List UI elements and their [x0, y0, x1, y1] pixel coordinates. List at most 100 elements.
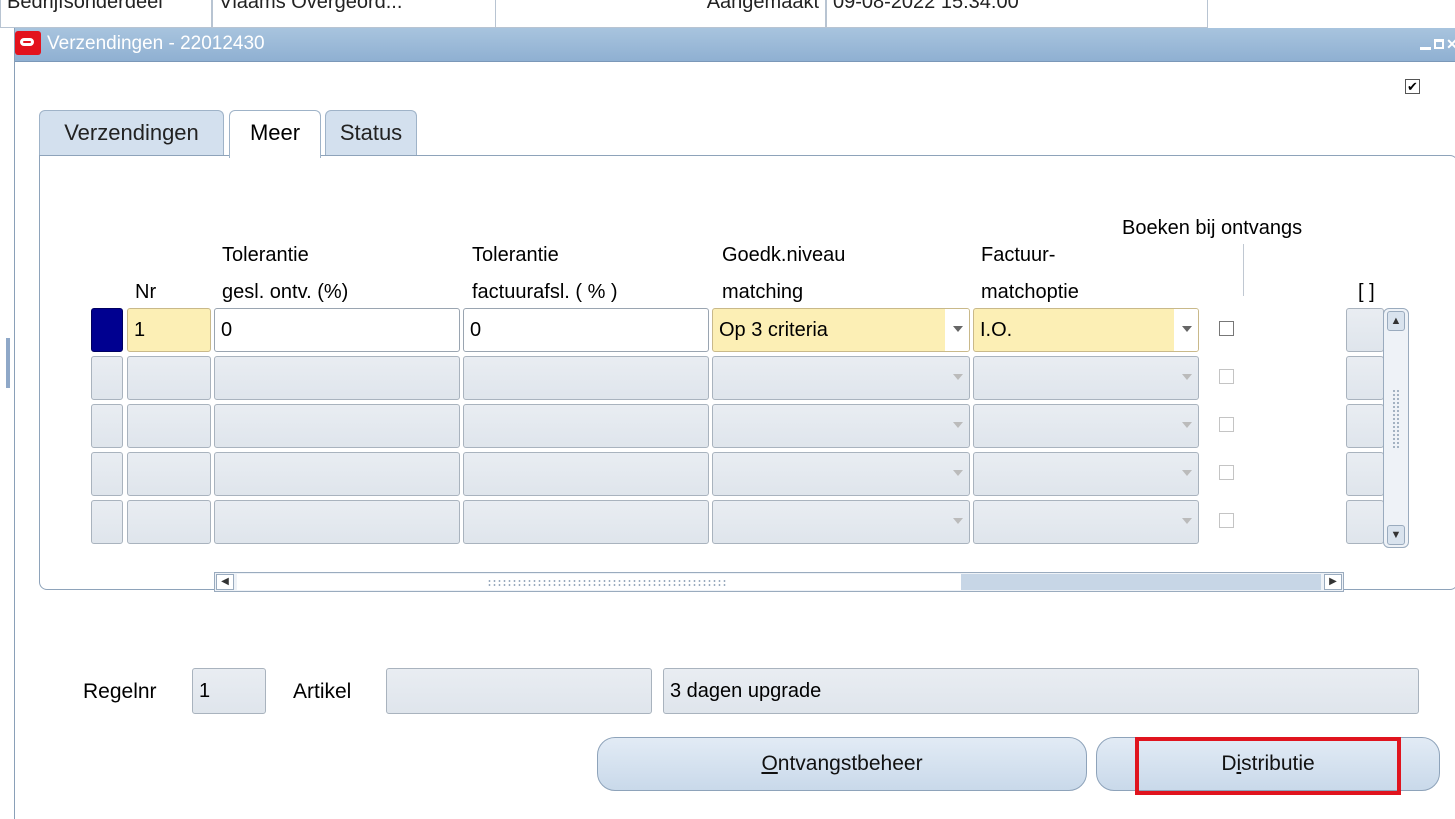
- header-tolerantie-fact-line2: factuurafsl. ( % ): [472, 281, 618, 303]
- factuur-matchoptie-select[interactable]: [973, 452, 1199, 496]
- background-field: 09-08-2022 15:34:00: [826, 0, 1208, 28]
- chevron-down-icon: [1182, 374, 1192, 380]
- tab-meer[interactable]: Meer: [229, 110, 321, 158]
- button-mnemonic: O: [761, 752, 778, 775]
- factuur-matchoptie-value: I.O.: [980, 319, 1013, 341]
- ontvangstbeheer-button[interactable]: Ontvangstbeheer: [597, 737, 1087, 791]
- chevron-down-icon: [953, 518, 963, 524]
- boeken-checkbox[interactable]: [1219, 321, 1234, 336]
- scroll-left-icon[interactable]: ◀: [216, 574, 234, 590]
- tab-panel-meer: Nr Tolerantie gesl. ontv. (%) Tolerantie…: [39, 155, 1455, 592]
- header-tolerantie-ontv-line2: gesl. ontv. (%): [222, 281, 349, 303]
- tolerantie-fact-field[interactable]: [463, 500, 709, 544]
- boeken-checkbox[interactable]: [1219, 513, 1234, 528]
- tolerantie-fact-field[interactable]: 0: [463, 308, 709, 352]
- boeken-checkbox[interactable]: [1219, 417, 1234, 432]
- scroll-track[interactable]: [961, 574, 1321, 590]
- factuur-matchoptie-select[interactable]: I.O.: [973, 308, 1199, 352]
- tolerantie-ontv-field[interactable]: [214, 356, 460, 400]
- window-checkbox[interactable]: ✔: [1405, 79, 1420, 94]
- goedk-niveau-select[interactable]: [712, 452, 970, 496]
- row-extra-field[interactable]: [1346, 452, 1384, 496]
- scroll-down-icon[interactable]: ▼: [1387, 525, 1405, 545]
- background-field: Vlaams Overgeord...: [212, 0, 496, 28]
- highlight-annotation: [1135, 737, 1401, 795]
- scroll-up-icon[interactable]: ▲: [1387, 311, 1405, 331]
- row-selector[interactable]: [91, 452, 123, 496]
- header-divider: [1243, 244, 1244, 296]
- nr-field[interactable]: [127, 500, 211, 544]
- header-tolerantie-ontv-line1: Tolerantie: [222, 244, 309, 266]
- nr-field[interactable]: [127, 356, 211, 400]
- header-nr: Nr: [135, 281, 157, 303]
- scroll-right-icon[interactable]: ▶: [1324, 574, 1342, 590]
- chevron-down-icon: [1182, 422, 1192, 428]
- tab-verzendingen[interactable]: Verzendingen: [39, 110, 224, 155]
- goedk-niveau-select[interactable]: [712, 356, 970, 400]
- header-bracket: [ ]: [1358, 281, 1375, 303]
- tolerantie-ontv-field[interactable]: [214, 404, 460, 448]
- verzendingen-window: Verzendingen - 22012430 ✕ ✔ Verzendingen…: [14, 28, 1455, 819]
- horizontal-scrollbar[interactable]: ◀ ▶: [214, 572, 1344, 592]
- background-field: Bedrijfsonderdeel: [0, 0, 212, 28]
- nr-field[interactable]: [127, 452, 211, 496]
- chevron-down-icon: [953, 422, 963, 428]
- chevron-down-icon: [953, 326, 963, 332]
- row-extra-field[interactable]: [1346, 404, 1384, 448]
- background-marker: [6, 338, 10, 388]
- tolerantie-ontv-field[interactable]: [214, 452, 460, 496]
- boeken-checkbox[interactable]: [1219, 465, 1234, 480]
- factuur-matchoptie-select[interactable]: [973, 404, 1199, 448]
- row-selector[interactable]: [91, 500, 123, 544]
- goedk-niveau-select[interactable]: Op 3 criteria: [712, 308, 970, 352]
- chevron-down-icon: [1182, 470, 1192, 476]
- title-bar[interactable]: Verzendingen - 22012430 ✕: [15, 28, 1455, 62]
- tolerantie-fact-field[interactable]: [463, 452, 709, 496]
- scroll-grip: [487, 579, 727, 587]
- goedk-niveau-select[interactable]: [712, 404, 970, 448]
- tab-status[interactable]: Status: [325, 110, 417, 155]
- vertical-scrollbar[interactable]: ▲ ▼: [1383, 308, 1409, 548]
- tolerantie-fact-field[interactable]: [463, 356, 709, 400]
- header-factuur-line1: Factuur-: [981, 244, 1056, 266]
- header-tolerantie-fact-line1: Tolerantie: [472, 244, 559, 266]
- minimize-icon[interactable]: [1419, 37, 1433, 51]
- tolerantie-ontv-field[interactable]: 0: [214, 308, 460, 352]
- boeken-checkbox[interactable]: [1219, 369, 1234, 384]
- chevron-down-icon: [953, 470, 963, 476]
- goedk-niveau-value: Op 3 criteria: [719, 319, 828, 341]
- nr-field[interactable]: 1: [127, 308, 211, 352]
- nr-field[interactable]: [127, 404, 211, 448]
- chevron-down-icon: [1182, 518, 1192, 524]
- window-title: Verzendingen - 22012430: [47, 33, 265, 54]
- row-extra-field[interactable]: [1346, 308, 1384, 352]
- row-extra-field[interactable]: [1346, 500, 1384, 544]
- factuur-matchoptie-select[interactable]: [973, 500, 1199, 544]
- artikel-label: Artikel: [293, 680, 352, 703]
- background-label: Aangemaakt: [496, 0, 826, 28]
- chevron-down-icon: [953, 374, 963, 380]
- header-factuur-line2: matchoptie: [981, 281, 1079, 303]
- row-selector[interactable]: [91, 308, 123, 352]
- button-label-rest: ntvangstbeheer: [777, 752, 923, 775]
- chevron-down-icon: [1182, 326, 1192, 332]
- tolerantie-fact-field[interactable]: [463, 404, 709, 448]
- row-selector[interactable]: [91, 356, 123, 400]
- artikel-field[interactable]: [386, 668, 652, 714]
- background-left-edge: [0, 28, 14, 819]
- header-goedk-line1: Goedk.niveau: [722, 244, 846, 266]
- goedk-niveau-select[interactable]: [712, 500, 970, 544]
- header-boeken: Boeken bij ontvangs: [1122, 217, 1303, 239]
- header-goedk-line2: matching: [722, 281, 804, 303]
- tolerantie-ontv-field[interactable]: [214, 500, 460, 544]
- scroll-thumb[interactable]: [237, 574, 961, 590]
- description-field[interactable]: 3 dagen upgrade: [663, 668, 1419, 714]
- scroll-grip[interactable]: [1392, 389, 1400, 449]
- factuur-matchoptie-select[interactable]: [973, 356, 1199, 400]
- row-extra-field[interactable]: [1346, 356, 1384, 400]
- regelnr-field[interactable]: 1: [192, 668, 266, 714]
- close-icon[interactable]: ✕: [1445, 37, 1455, 51]
- row-selector[interactable]: [91, 404, 123, 448]
- oracle-icon: [15, 31, 41, 55]
- regelnr-label: Regelnr: [83, 680, 157, 703]
